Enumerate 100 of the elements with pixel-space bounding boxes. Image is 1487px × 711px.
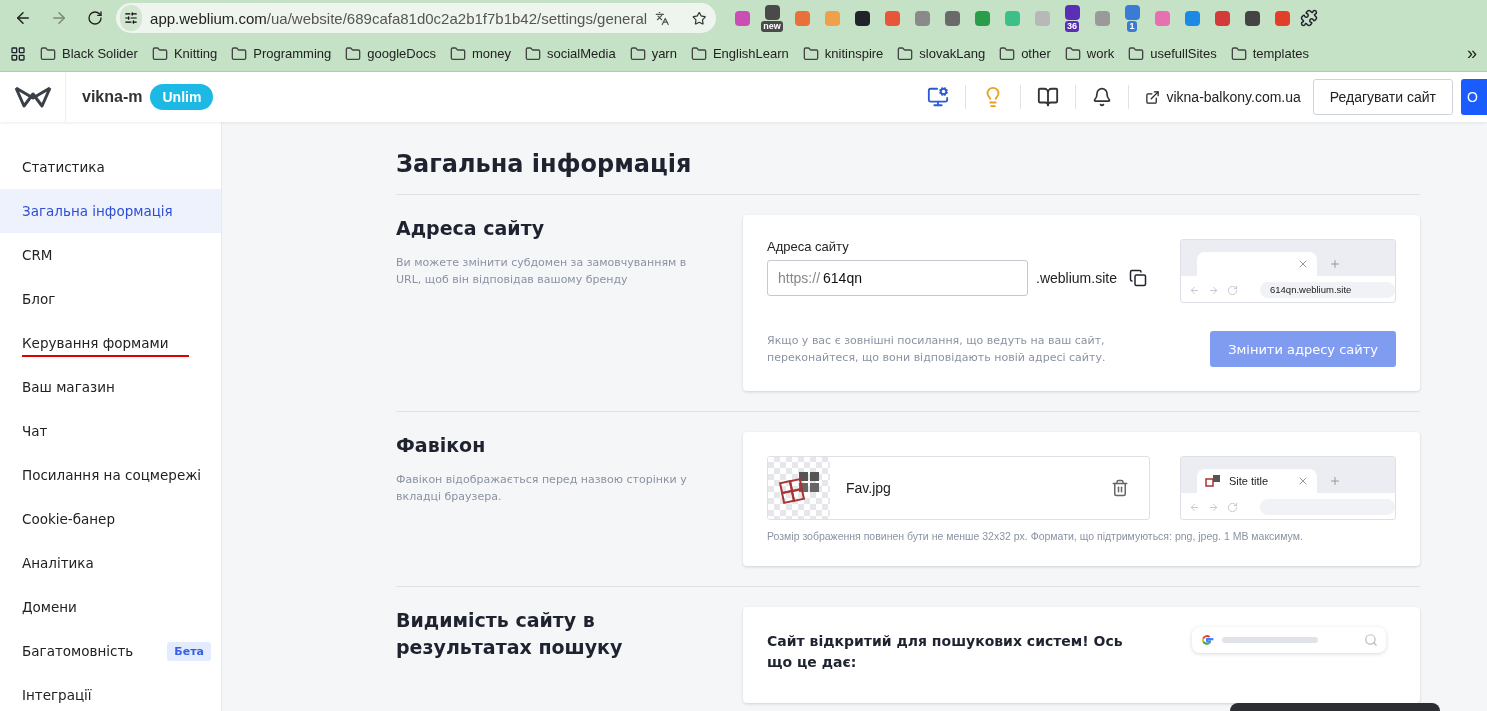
- domain-text: vikna-balkony.com.ua: [1166, 89, 1301, 105]
- sidebar-item[interactable]: Статистика: [0, 145, 221, 189]
- delete-button[interactable]: [1111, 479, 1129, 497]
- sidebar-item[interactable]: CRM: [0, 233, 221, 277]
- domain-link[interactable]: vikna-balkony.com.ua: [1129, 89, 1313, 105]
- sidebar-label: Статистика: [22, 159, 105, 175]
- section-title: Адреса сайту: [396, 216, 546, 241]
- folder-icon: [40, 45, 56, 62]
- window-tile-drawing: [777, 470, 821, 506]
- bookmark-link[interactable]: knitinspire: [802, 45, 884, 62]
- star-icon[interactable]: [691, 9, 706, 27]
- address-bar[interactable]: app.weblium.com/ua/website/689cafa81d0c2a2b1f7b1b42/settings/general: [116, 3, 716, 33]
- edit-site-button[interactable]: Редагувати сайт: [1312, 79, 1453, 115]
- more-bookmarks-link[interactable]: »: [1467, 43, 1477, 64]
- bookmark-label: Black Solider: [62, 46, 138, 61]
- trash-icon: [1111, 479, 1129, 497]
- note-text: Якщо у вас є зовнішні посилання, що ведуть на ваш сайт, переконайтеся, що вони відповідають новій адресі сайту.: [767, 332, 1107, 366]
- bookmark-label: googleDocs: [367, 46, 436, 61]
- folder-icon: [1230, 45, 1247, 62]
- bookmark-link[interactable]: Programming: [231, 45, 332, 62]
- folder-icon: [151, 45, 168, 62]
- sidebar-label: Посилання на соцмережі: [22, 467, 202, 483]
- sidebar-item[interactable]: Багатомовність Бета: [0, 629, 221, 673]
- sidebar-item[interactable]: Інтеграції: [0, 673, 221, 711]
- search-icon: [1364, 633, 1378, 647]
- bookmark-label: money: [471, 46, 511, 61]
- bookmark-link[interactable]: money: [449, 45, 511, 62]
- bookmark-link[interactable]: templates: [1230, 45, 1310, 62]
- field-value: 614qn: [823, 270, 862, 286]
- sidebar-item[interactable]: Аналітика: [0, 541, 221, 585]
- forward-arrow-icon: [1208, 284, 1219, 296]
- folder-icon: [897, 45, 914, 62]
- extension-badge: new: [761, 20, 783, 32]
- url-prefix: https://: [778, 270, 821, 286]
- sidebar-item[interactable]: Керування формами: [0, 321, 221, 365]
- plus-icon: [1329, 475, 1341, 487]
- extension-icon[interactable]: [1244, 10, 1260, 26]
- section-title: Видимість сайту в результатах пошуку: [396, 608, 624, 660]
- reload-icon: [1227, 284, 1238, 296]
- apps-grid-icon[interactable]: [10, 45, 26, 62]
- extension-icon[interactable]: [1064, 4, 1080, 20]
- external-link-icon: [1145, 89, 1161, 105]
- book-icon: [1037, 86, 1060, 108]
- bookmark-label: yarn: [651, 46, 677, 61]
- folder-icon: [345, 45, 362, 62]
- extension-icon[interactable]: [854, 10, 870, 26]
- bookmark-label: templates: [1252, 46, 1310, 61]
- bookmark-label: slovakLang: [919, 46, 986, 61]
- sidebar-label: Керування формами: [22, 335, 169, 351]
- sidebar-label: Загальна інформація: [22, 203, 173, 219]
- sidebar-label: Аналітика: [22, 555, 94, 571]
- plus-icon: [1329, 258, 1341, 270]
- extension-badge: 36: [1065, 20, 1079, 32]
- section-description: Фавікон відображається перед назвою сторінки у вкладці браузера.: [396, 471, 688, 505]
- bookmark-label: Programming: [253, 46, 332, 61]
- sidebar-item[interactable]: Cookie-банер: [0, 497, 221, 541]
- bookmark-link[interactable]: googleDocs: [345, 45, 436, 62]
- folder-icon: [629, 45, 646, 62]
- bookmark-link[interactable]: other: [999, 45, 1051, 62]
- sidebar-item[interactable]: Домени: [0, 585, 221, 629]
- file-name: Fav.jpg: [846, 480, 891, 496]
- folder-icon: [999, 45, 1016, 62]
- subdomain-input-field[interactable]: https:// 614qn: [767, 260, 1028, 296]
- sidebar-item[interactable]: Загальна інформація: [0, 189, 221, 233]
- sidebar-item[interactable]: Блог: [0, 277, 221, 321]
- bookmark-link[interactable]: EnglishLearn: [690, 45, 789, 62]
- bookmark-link[interactable]: yarn: [629, 45, 677, 62]
- plan-badge: Unlim: [150, 84, 214, 110]
- sidebar-item[interactable]: Ваш магазин: [0, 365, 221, 409]
- back-arrow-icon: [1189, 501, 1200, 513]
- copy-icon[interactable]: [1128, 269, 1147, 287]
- logo-icon[interactable]: [13, 84, 52, 110]
- section-title: Фавікон: [396, 433, 487, 458]
- preview-tab-title: Site title: [1229, 475, 1269, 487]
- bookmark-link[interactable]: Black Solider: [40, 45, 138, 62]
- sidebar-item[interactable]: Посилання на соцмережі: [0, 453, 221, 497]
- extension-icon[interactable]: [764, 4, 780, 20]
- bell-icon: [1092, 87, 1113, 107]
- bookmark-label: socialMedia: [546, 46, 616, 61]
- url-text: app.weblium.com/ua/website/689cafa81d0c2a2b1f7b1b42/settings/general: [150, 9, 648, 27]
- domain-suffix: .weblium.site: [1036, 270, 1117, 286]
- sidebar-item[interactable]: Чат: [0, 409, 221, 453]
- bookmark-link[interactable]: slovakLang: [897, 45, 986, 62]
- bookmark-label: work: [1086, 46, 1115, 61]
- folder-icon: [449, 45, 466, 62]
- forward-arrow-icon: [1208, 501, 1219, 513]
- publish-button[interactable]: О: [1461, 79, 1487, 115]
- sidebar-label: Багатомовність: [22, 643, 134, 659]
- page-title: Загальна інформація: [396, 150, 1420, 195]
- puzzle-icon[interactable]: [1300, 9, 1318, 27]
- bookmark-link[interactable]: usefullSites: [1128, 45, 1217, 62]
- translate-icon[interactable]: [655, 9, 670, 27]
- site-settings-button[interactable]: [120, 5, 143, 31]
- section-description: Ви можете змінити субдомен за замовчуванням в URL, щоб він відповідав вашому бренду: [396, 254, 688, 288]
- bookmark-link[interactable]: socialMedia: [524, 45, 616, 62]
- folder-icon: [690, 45, 707, 62]
- bookmark-link[interactable]: Knitting: [151, 45, 218, 62]
- bookmark-link[interactable]: work: [1064, 45, 1115, 62]
- visibility-heading: Сайт відкритий для пошукових систем! Ось що це дає:: [767, 632, 1124, 672]
- sidebar-label: CRM: [22, 247, 53, 263]
